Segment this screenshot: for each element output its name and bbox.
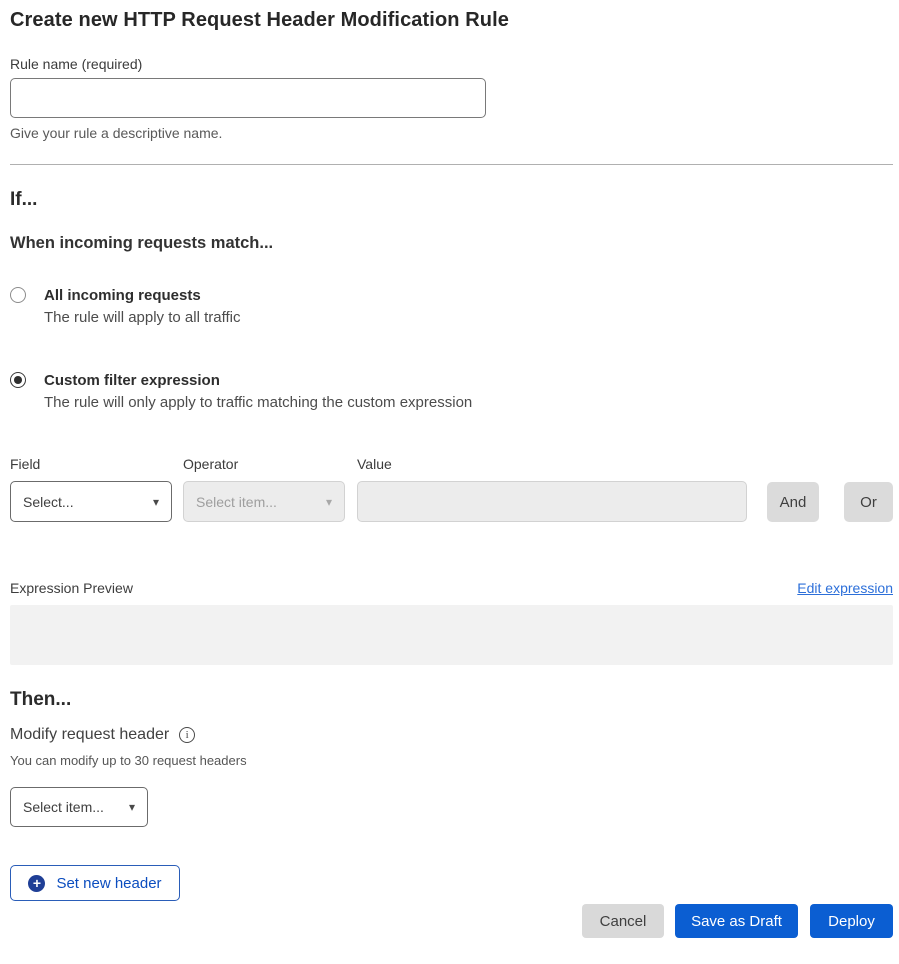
radio-label: Custom filter expression <box>44 371 472 390</box>
expression-builder-row: Field Select... ▾ Operator Select item..… <box>10 456 893 522</box>
info-icon[interactable]: i <box>179 727 195 743</box>
expression-preview-label: Expression Preview <box>10 579 133 598</box>
radio-option-all-incoming-requests[interactable]: All incoming requests The rule will appl… <box>10 286 893 328</box>
cancel-button[interactable]: Cancel <box>582 904 664 938</box>
radio-description: The rule will apply to all traffic <box>44 308 240 328</box>
or-button[interactable]: Or <box>844 482 893 522</box>
chevron-down-icon: ▾ <box>326 495 332 509</box>
operator-select: Select item... ▾ <box>183 481 345 522</box>
save-as-draft-button[interactable]: Save as Draft <box>675 904 798 938</box>
field-select-value: Select... <box>23 494 74 510</box>
modify-request-header-label: Modify request header <box>10 725 169 745</box>
plus-icon: + <box>28 875 45 892</box>
rule-name-block: Rule name (required) Give your rule a de… <box>10 55 893 142</box>
value-input <box>357 481 747 522</box>
set-new-header-button[interactable]: + Set new header <box>10 865 180 901</box>
chevron-down-icon: ▾ <box>129 800 135 814</box>
and-button[interactable]: And <box>767 482 819 522</box>
if-heading: If... <box>10 188 893 212</box>
chevron-down-icon: ▾ <box>153 495 159 509</box>
radio-button-icon <box>10 287 26 303</box>
section-divider <box>10 164 893 165</box>
operator-select-value: Select item... <box>196 494 277 510</box>
modify-header-help: You can modify up to 30 request headers <box>10 753 893 769</box>
radio-option-custom-filter-expression[interactable]: Custom filter expression The rule will o… <box>10 371 893 413</box>
rule-name-help: Give your rule a descriptive name. <box>10 124 893 142</box>
field-select[interactable]: Select... ▾ <box>10 481 172 522</box>
match-subheading: When incoming requests match... <box>10 233 893 254</box>
set-new-header-label: Set new header <box>56 875 161 892</box>
rule-name-input[interactable] <box>10 78 486 118</box>
header-action-select-value: Select item... <box>23 799 104 815</box>
deploy-button[interactable]: Deploy <box>810 904 893 938</box>
footer-actions: Cancel Save as Draft Deploy <box>10 904 893 938</box>
edit-expression-link[interactable]: Edit expression <box>797 580 893 596</box>
radio-description: The rule will only apply to traffic matc… <box>44 393 472 413</box>
create-rule-form: Create new HTTP Request Header Modificat… <box>10 8 893 938</box>
then-heading: Then... <box>10 688 893 712</box>
page-title: Create new HTTP Request Header Modificat… <box>10 8 893 32</box>
rule-name-label: Rule name (required) <box>10 55 893 73</box>
radio-button-icon <box>10 372 26 388</box>
radio-label: All incoming requests <box>44 286 240 305</box>
header-action-select[interactable]: Select item... ▾ <box>10 787 148 827</box>
field-label: Field <box>10 456 172 473</box>
value-label: Value <box>357 456 747 473</box>
operator-label: Operator <box>183 456 345 473</box>
expression-preview-box[interactable] <box>10 605 893 665</box>
